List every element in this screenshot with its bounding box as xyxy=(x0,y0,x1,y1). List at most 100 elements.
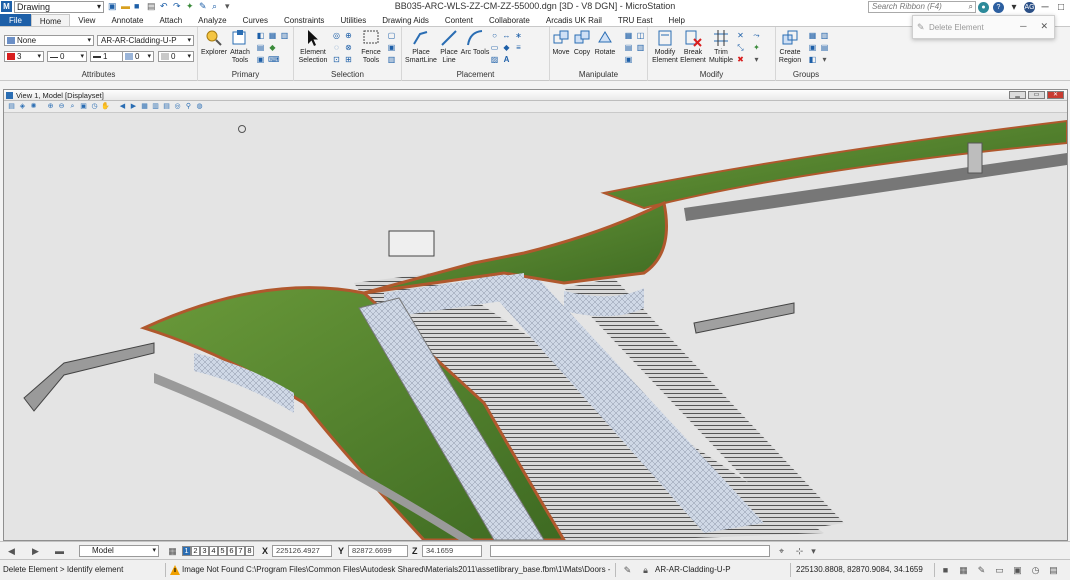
back-icon[interactable]: ◀ xyxy=(6,546,17,557)
undo-icon[interactable]: ↶ xyxy=(160,1,170,11)
toast-minimize-button[interactable]: ─ xyxy=(1020,21,1026,32)
zoom-in-icon[interactable]: ⊕ xyxy=(46,102,55,111)
window-area-icon[interactable]: ⌕ xyxy=(68,102,77,111)
tab-analyze[interactable]: Analyze xyxy=(190,14,234,26)
view-settings-icon[interactable]: ✺ xyxy=(29,102,38,111)
level-select[interactable]: None xyxy=(4,35,94,46)
layout-icon[interactable]: ▭ xyxy=(994,565,1005,576)
view-button-3[interactable]: 3 xyxy=(200,546,209,556)
view-groups-icon[interactable]: ▦ xyxy=(167,546,178,557)
file-save-icon[interactable]: ■ xyxy=(940,565,951,576)
workflow-icon[interactable]: ▣ xyxy=(108,1,118,11)
place-smartline-button[interactable]: Place SmartLine xyxy=(404,29,438,65)
circle-icon[interactable]: ○ xyxy=(490,31,499,40)
status-message[interactable]: Image Not Found C:\Program Files\Common … xyxy=(182,560,612,580)
stretch-icon[interactable]: ▣ xyxy=(624,55,633,64)
message-center-icon[interactable]: ▤ xyxy=(1048,565,1059,576)
camera-icon[interactable]: ◎ xyxy=(173,102,182,111)
tab-curves[interactable]: Curves xyxy=(235,14,276,26)
multiline-icon[interactable]: ≡ xyxy=(514,43,523,52)
toast-close-button[interactable]: ✕ xyxy=(1040,21,1048,32)
open-folder-icon[interactable]: ▬ xyxy=(121,1,131,11)
mirror-icon[interactable]: ◫ xyxy=(636,31,645,40)
view-minimize-button[interactable]: ▁ xyxy=(1009,91,1026,99)
pen-icon[interactable]: ✎ xyxy=(622,565,633,576)
tab-arcadis-uk-rail[interactable]: Arcadis UK Rail xyxy=(538,14,610,26)
transparency-select[interactable]: 0 xyxy=(122,51,154,62)
rotate-button[interactable]: Rotate xyxy=(592,29,618,57)
y-coordinate-field[interactable]: 82872.6699 xyxy=(348,545,408,557)
break-element-button[interactable]: Break Element xyxy=(678,29,708,65)
x-coordinate-field[interactable]: 225126.4927 xyxy=(272,545,332,557)
modify-element-button[interactable]: Modify Element xyxy=(650,29,680,65)
tab-constraints[interactable]: Constraints xyxy=(276,14,332,26)
customize-icon[interactable]: ▾ xyxy=(225,1,235,11)
help-dropdown-icon[interactable]: ▾ xyxy=(1008,2,1020,13)
attach-tools-button[interactable]: Attach Tools xyxy=(225,29,255,65)
fence-options-icon[interactable]: ▢ xyxy=(387,31,396,40)
select-by-attributes-icon[interactable]: ⊕ xyxy=(344,31,353,40)
array-icon[interactable]: ▤ xyxy=(624,43,633,52)
pin-icon[interactable]: ✦ xyxy=(186,1,196,11)
invert-selection-icon[interactable]: ⊗ xyxy=(344,43,353,52)
dimension-icon[interactable]: ↔ xyxy=(502,31,511,40)
groups-more-icon[interactable]: ▾ xyxy=(820,55,829,64)
fence-delete-icon[interactable]: ▥ xyxy=(387,55,396,64)
polygon-icon[interactable]: ▭ xyxy=(490,43,499,52)
snap-dropdown-icon[interactable]: ▾ xyxy=(808,546,819,557)
element-template-select[interactable]: AR-AR-Cladding-U-P xyxy=(97,35,194,46)
tools-icon[interactable]: ✎ xyxy=(199,1,209,11)
render-icon[interactable]: ◍ xyxy=(195,102,204,111)
clock-icon[interactable]: ◷ xyxy=(1030,565,1041,576)
deselect-icon[interactable]: ◌ xyxy=(332,43,341,52)
rotate-view-icon[interactable]: ◷ xyxy=(90,102,99,111)
display-set-icon[interactable]: ▣ xyxy=(1012,565,1023,576)
drop-icon[interactable]: ▤ xyxy=(820,43,829,52)
z-coordinate-field[interactable]: 34.1659 xyxy=(422,545,482,557)
3d-model-viewport[interactable] xyxy=(4,113,1067,540)
raster-icon[interactable]: ▤ xyxy=(256,43,265,52)
ungroup-icon[interactable]: ▥ xyxy=(820,31,829,40)
references-icon[interactable]: ▥ xyxy=(280,31,289,40)
tab-annotate[interactable]: Annotate xyxy=(103,14,151,26)
clip-volume-icon[interactable]: ▥ xyxy=(151,102,160,111)
group-icon[interactable]: ▦ xyxy=(808,31,817,40)
scale-icon[interactable]: ▦ xyxy=(624,31,633,40)
tab-collaborate[interactable]: Collaborate xyxy=(481,14,538,26)
forward-icon[interactable]: ▶ xyxy=(30,546,41,557)
walk-icon[interactable]: ⚲ xyxy=(184,102,193,111)
delete-element-icon[interactable]: ✖ xyxy=(736,55,745,64)
view-button-6[interactable]: 6 xyxy=(227,546,236,556)
text-icon[interactable]: A xyxy=(502,55,511,64)
minimize-button[interactable]: ─ xyxy=(1039,2,1051,13)
select-all-icon[interactable]: ◎ xyxy=(332,31,341,40)
view-close-button[interactable]: ✕ xyxy=(1047,91,1064,99)
ribbon-search-input[interactable]: Search Ribbon (F4) ⌕ xyxy=(868,1,976,13)
chamfer-icon[interactable]: ⤡ xyxy=(736,43,745,52)
properties-icon[interactable]: ▣ xyxy=(256,55,265,64)
view-previous-icon[interactable]: ◀ xyxy=(118,102,127,111)
print-icon[interactable]: ▤ xyxy=(147,1,157,11)
group-select-icon[interactable]: ⊞ xyxy=(344,55,353,64)
level-lock-icon[interactable]: 🔒︎ xyxy=(640,565,651,576)
tab-tru-east[interactable]: TRU East xyxy=(610,14,661,26)
line-style-select[interactable]: 0 xyxy=(47,51,87,62)
view-button-5[interactable]: 5 xyxy=(218,546,227,556)
copy-button[interactable]: Copy xyxy=(570,29,594,57)
extend-icon[interactable]: ✕ xyxy=(736,31,745,40)
tab-file[interactable]: File xyxy=(0,14,31,26)
display-styles-icon[interactable]: ◆ xyxy=(268,43,277,52)
copy-view-icon[interactable]: ▦ xyxy=(140,102,149,111)
tab-help[interactable]: Help xyxy=(661,14,693,26)
tab-home[interactable]: Home xyxy=(30,14,71,26)
view-button-7[interactable]: 7 xyxy=(236,546,245,556)
zoom-icon[interactable]: ⌕ xyxy=(212,1,222,11)
view-button-2[interactable]: 2 xyxy=(191,546,200,556)
display-style-icon[interactable]: ◈ xyxy=(18,102,27,111)
grid-lock-icon[interactable]: ▦ xyxy=(958,565,969,576)
tab-utilities[interactable]: Utilities xyxy=(332,14,374,26)
pan-view-icon[interactable]: ✋ xyxy=(101,102,110,111)
save-icon[interactable]: ■ xyxy=(134,1,144,11)
levels-icon[interactable]: ▦ xyxy=(268,31,277,40)
tab-view[interactable]: View xyxy=(70,14,103,26)
